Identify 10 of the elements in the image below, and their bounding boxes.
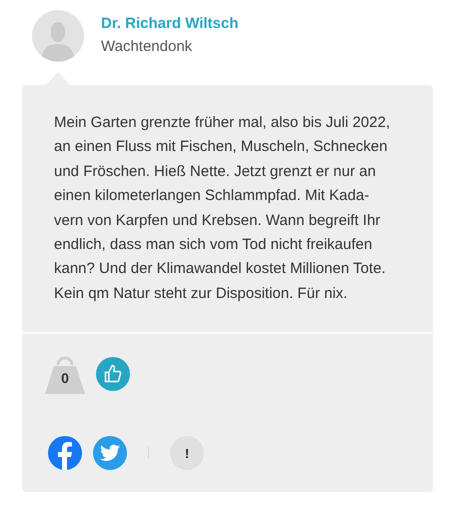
thumbs-up-icon [103, 364, 123, 384]
comment-text: Mein Garten grenzte früher mal, also bis Juli 2022, an einen Fluss mit Fischen, Muscheln, Schnecken und Fröschen. Hieß Nette. Jetzt grenzt er nur an einen kilometerlangen Schlammpfad. Mit Kada- vern von Karpfen und Krebsen. Wann begreift Ihr endlich, dass man sich vom Tod nicht freikaufen kann? Und der Klimawandel kostet Millionen Tote. Kein qm Natur steht zur Disposition. Für nix. [53, 113, 391, 304]
author-location: Wachtendonk [101, 38, 194, 55]
avatar-icon [32, 10, 84, 62]
weight-counter: 0 [45, 354, 85, 394]
like-button[interactable] [96, 357, 130, 392]
bird-icon [100, 444, 120, 462]
report-button[interactable]: ! [170, 436, 204, 470]
twitter-button[interactable] [93, 436, 127, 470]
facebook-button[interactable] [48, 436, 82, 470]
